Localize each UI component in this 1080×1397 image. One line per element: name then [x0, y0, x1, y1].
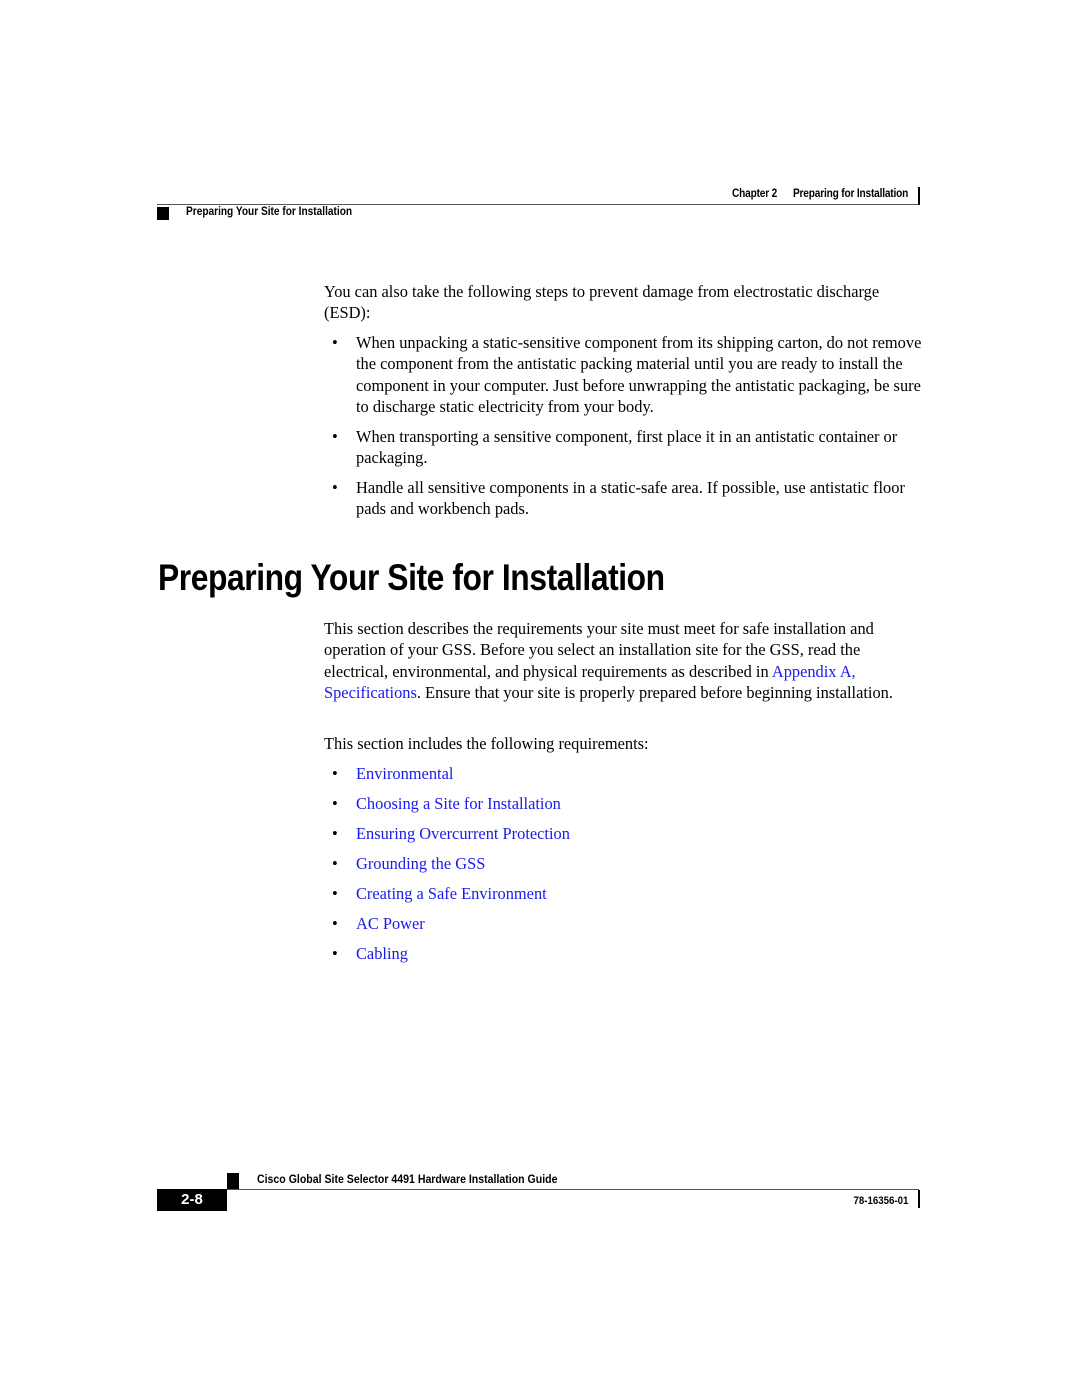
list-item: • Cabling	[324, 943, 924, 964]
bullet-icon: •	[332, 944, 338, 963]
bullet-icon: •	[332, 333, 338, 352]
paragraph-text: . Ensure that your site is properly prep…	[416, 682, 893, 702]
list-item-text: When unpacking a static-sensitive compon…	[356, 333, 922, 416]
footer-tick-mark	[918, 1190, 920, 1208]
list-item: • AC Power	[324, 913, 924, 934]
list-item: • When unpacking a static-sensitive comp…	[324, 332, 924, 417]
running-header-section: Preparing Your Site for Installation	[186, 206, 353, 218]
link-grounding[interactable]: Grounding the GSS	[356, 853, 924, 874]
section-paragraph: This section describes the requirements …	[324, 618, 924, 703]
link-safe-environment[interactable]: Creating a Safe Environment	[356, 883, 924, 904]
link-overcurrent-protection[interactable]: Ensuring Overcurrent Protection	[356, 823, 924, 844]
chapter-title: Preparing for Installation	[792, 188, 908, 200]
document-number: 78-16356-01	[853, 1195, 908, 1207]
running-header-chapter: Chapter 2 Preparing for Installation	[732, 188, 908, 200]
chapter-label: Chapter 2	[731, 188, 777, 200]
footer-guide-title: Cisco Global Site Selector 4491 Hardware…	[257, 1172, 558, 1186]
list-item: • Handle all sensitive components in a s…	[324, 477, 924, 520]
header-marker-icon	[157, 207, 169, 220]
list-item: • Choosing a Site for Installation	[324, 793, 924, 814]
bullet-icon: •	[332, 914, 338, 933]
list-item-text: When transporting a sensitive component,…	[356, 427, 898, 468]
link-choosing-site[interactable]: Choosing a Site for Installation	[356, 793, 924, 814]
header-rule	[157, 204, 919, 205]
list-item: • Grounding the GSS	[324, 853, 924, 874]
list-item-text: Handle all sensitive components in a sta…	[356, 478, 905, 519]
footer-marker-icon	[227, 1173, 239, 1190]
list-intro: This section includes the following requ…	[324, 734, 649, 753]
footer-rule	[227, 1189, 919, 1190]
link-cabling[interactable]: Cabling	[356, 943, 924, 964]
list-item: • When transporting a sensitive componen…	[324, 426, 924, 469]
link-ac-power[interactable]: AC Power	[356, 913, 924, 934]
bullet-icon: •	[332, 824, 338, 843]
section-heading: Preparing Your Site for Installation	[158, 557, 665, 598]
intro-paragraph: You can also take the following steps to…	[324, 282, 880, 323]
bullet-icon: •	[332, 427, 338, 446]
bullet-icon: •	[332, 478, 338, 497]
bullet-icon: •	[332, 854, 338, 873]
page-number: 2-8	[157, 1189, 227, 1211]
list-item: • Ensuring Overcurrent Protection	[324, 823, 924, 844]
link-environmental[interactable]: Environmental	[356, 763, 924, 784]
bullet-icon: •	[332, 884, 338, 903]
bullet-icon: •	[332, 764, 338, 783]
list-item: • Creating a Safe Environment	[324, 883, 924, 904]
list-item: • Environmental	[324, 763, 924, 784]
header-tick-mark	[918, 187, 920, 205]
bullet-icon: •	[332, 794, 338, 813]
